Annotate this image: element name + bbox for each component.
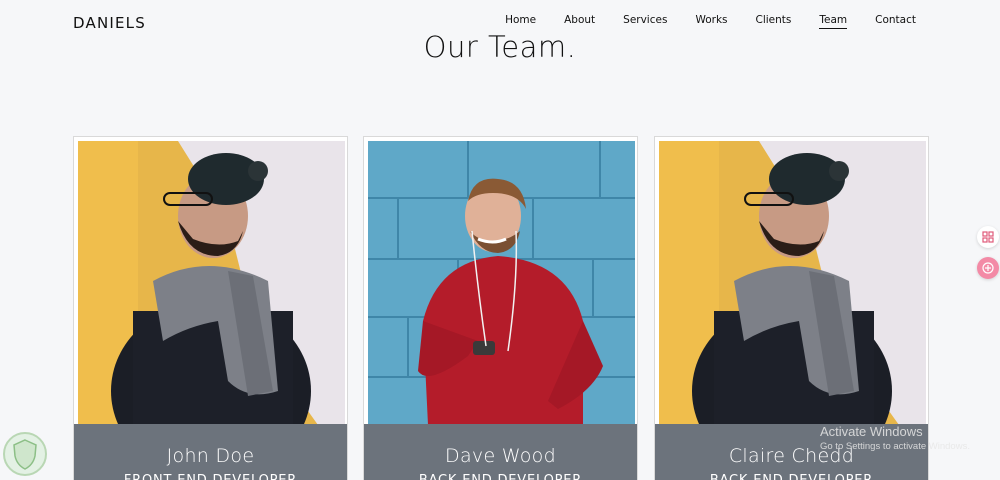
nav-about[interactable]: About	[564, 14, 595, 29]
watermark-title: Activate Windows	[820, 424, 923, 439]
section-title: Our Team.	[423, 30, 577, 64]
member-info: Dave Wood BACK END DEVELOPER	[364, 424, 637, 480]
member-role: FRONT END DEVELOPER	[74, 473, 347, 480]
team-card[interactable]: John Doe FRONT END DEVELOPER	[73, 136, 348, 480]
member-info: John Doe FRONT END DEVELOPER	[74, 424, 347, 480]
main-menu: Home About Services Works Clients Team C…	[477, 14, 916, 29]
member-photo	[368, 141, 635, 425]
translate-icon[interactable]	[977, 257, 999, 279]
nav-contact[interactable]: Contact	[875, 14, 916, 29]
grid-icon[interactable]	[977, 226, 999, 248]
member-photo	[659, 141, 926, 425]
team-card[interactable]: Dave Wood BACK END DEVELOPER	[363, 136, 638, 480]
shield-icon	[3, 432, 47, 476]
nav-services[interactable]: Services	[623, 14, 667, 29]
member-role: BACK END DEVELOPER	[364, 473, 637, 480]
member-role: BACK END DEVELOPER	[655, 473, 928, 480]
member-photo	[78, 141, 345, 425]
watermark-subtitle: Go to Settings to activate Windows.	[820, 441, 970, 452]
windows-activation-watermark: Activate Windows Go to Settings to activ…	[820, 424, 970, 452]
nav-team[interactable]: Team	[819, 14, 848, 29]
nav-works[interactable]: Works	[695, 14, 727, 29]
nav-clients[interactable]: Clients	[756, 14, 792, 29]
member-name: John Doe	[166, 445, 255, 467]
nav-home[interactable]: Home	[505, 14, 536, 29]
member-name: Dave Wood	[445, 445, 556, 467]
